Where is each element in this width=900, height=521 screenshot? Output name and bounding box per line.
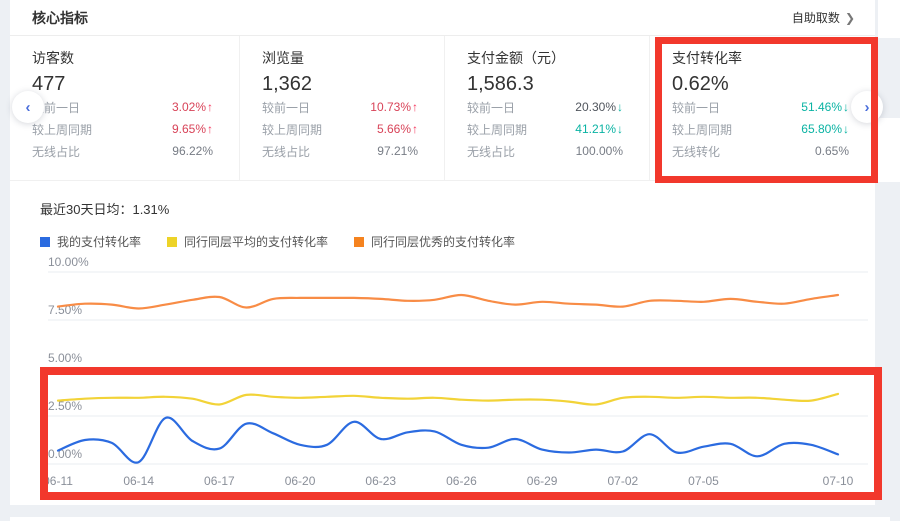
metric-title: 支付转化率: [672, 48, 849, 68]
metric-row-label: 较前一日: [467, 99, 515, 116]
metric-title: 浏览量: [262, 48, 418, 68]
svg-text:06-20: 06-20: [285, 474, 316, 488]
metric-row-value: 100.00%: [576, 144, 623, 158]
svg-text:07-02: 07-02: [607, 474, 638, 488]
metric-card-payment-amount[interactable]: 支付金额（元） 1,586.3 较前一日 20.30%↓ 较上周同期 41.21…: [445, 36, 650, 180]
metric-row: 较上周同期 41.21%↓: [467, 118, 623, 140]
trend-down-icon: ↓: [843, 122, 849, 136]
metric-row-value: 5.66%: [377, 122, 411, 136]
svg-text:07-05: 07-05: [688, 474, 719, 488]
carousel-prev-button[interactable]: ‹: [12, 91, 44, 123]
metric-row: 较前一日 3.02%↑: [32, 96, 213, 118]
metric-row: 无线转化 0.65%: [672, 140, 849, 162]
metric-row-value: 97.21%: [377, 144, 418, 158]
legend-item-peer-average[interactable]: 同行同层平均的支付转化率: [167, 233, 328, 250]
metric-row-value: 10.73%: [370, 100, 411, 114]
svg-text:06-11: 06-11: [43, 474, 73, 488]
legend-swatch-yellow-icon: [167, 237, 177, 247]
metric-row-label: 较上周同期: [32, 121, 92, 138]
trend-down-icon: ↓: [843, 100, 849, 114]
metric-row: 较前一日 20.30%↓: [467, 96, 623, 118]
core-metrics-panel: 核心指标 自助取数 ❯ 访客数 477 较前一日 3.02%↑ 较上周同期 9.…: [10, 0, 875, 505]
metric-row-label: 无线占比: [262, 143, 310, 160]
metric-row-label: 较上周同期: [262, 121, 322, 138]
svg-text:5.00%: 5.00%: [48, 351, 82, 365]
metric-row: 较上周同期 5.66%↑: [262, 118, 418, 140]
metric-card-pageviews[interactable]: 浏览量 1,362 较前一日 10.73%↑ 较上周同期 5.66%↑ 无线占比…: [240, 36, 445, 180]
chart-average-title: 最近30天日均：1.31%: [40, 199, 875, 218]
metric-row: 较上周同期 9.65%↑: [32, 118, 213, 140]
next-panel-top-edge: [10, 517, 890, 521]
panel-header: 核心指标 自助取数 ❯: [10, 0, 875, 36]
adjacent-panel-fragment: [878, 0, 900, 38]
metric-card-conversion-rate[interactable]: 支付转化率 0.62% 较前一日 51.46%↓ 较上周同期 65.80%↓ 无…: [650, 36, 875, 180]
metric-row-value: 51.46%: [801, 100, 842, 114]
metric-row-value: 65.80%: [801, 122, 842, 136]
legend-swatch-orange-icon: [354, 237, 364, 247]
trend-down-icon: ↓: [617, 100, 623, 114]
svg-text:06-29: 06-29: [527, 474, 558, 488]
metric-row: 无线占比 97.21%: [262, 140, 418, 162]
trend-up-icon: ↑: [412, 122, 418, 136]
chart-legend: 我的支付转化率 同行同层平均的支付转化率 同行同层优秀的支付转化率: [40, 233, 875, 250]
legend-label: 我的支付转化率: [57, 233, 141, 250]
svg-text:06-26: 06-26: [446, 474, 477, 488]
svg-text:0.00%: 0.00%: [48, 447, 82, 461]
adjacent-panel-fragment: [878, 118, 900, 182]
chevron-right-icon: ❯: [845, 11, 855, 25]
page-title: 核心指标: [32, 8, 88, 28]
metric-title: 支付金额（元）: [467, 48, 623, 68]
legend-label: 同行同层优秀的支付转化率: [371, 233, 515, 250]
metric-row-label: 较上周同期: [467, 121, 527, 138]
metric-row-label: 无线占比: [467, 143, 515, 160]
metric-title: 访客数: [32, 48, 213, 68]
metric-value: 0.62%: [672, 73, 849, 96]
metric-row-value: 3.02%: [172, 100, 206, 114]
trend-down-icon: ↓: [617, 122, 623, 136]
metric-row: 较前一日 51.46%↓: [672, 96, 849, 118]
self-service-data-label: 自助取数: [792, 9, 840, 26]
metric-row: 无线占比 100.00%: [467, 140, 623, 162]
metric-row-label: 较前一日: [672, 99, 720, 116]
svg-text:06-14: 06-14: [123, 474, 154, 488]
legend-item-mine[interactable]: 我的支付转化率: [40, 233, 141, 250]
self-service-data-link[interactable]: 自助取数 ❯: [792, 9, 855, 26]
metric-value: 1,362: [262, 73, 418, 96]
metric-row-label: 较前一日: [262, 99, 310, 116]
metric-value: 477: [32, 73, 213, 96]
legend-label: 同行同层平均的支付转化率: [184, 233, 328, 250]
metric-row: 较前一日 10.73%↑: [262, 96, 418, 118]
conversion-trend-section: 最近30天日均：1.31% 我的支付转化率 同行同层平均的支付转化率 同行同层优…: [10, 181, 875, 499]
metric-row-value: 20.30%: [575, 100, 616, 114]
svg-text:07-10: 07-10: [823, 474, 854, 488]
metric-cards: 访客数 477 较前一日 3.02%↑ 较上周同期 9.65%↑ 无线占比 96…: [10, 36, 875, 181]
metric-row-value: 9.65%: [172, 122, 206, 136]
metric-row-label: 较上周同期: [672, 121, 732, 138]
svg-text:06-17: 06-17: [204, 474, 235, 488]
metric-value: 1,586.3: [467, 73, 623, 96]
legend-item-peer-excellent[interactable]: 同行同层优秀的支付转化率: [354, 233, 515, 250]
metric-card-visitors[interactable]: 访客数 477 较前一日 3.02%↑ 较上周同期 9.65%↑ 无线占比 96…: [10, 36, 240, 180]
trend-up-icon: ↑: [412, 100, 418, 114]
carousel-next-button[interactable]: ›: [851, 91, 883, 123]
chevron-left-icon: ‹: [26, 99, 31, 116]
chevron-right-icon: ›: [865, 99, 870, 116]
metric-row-value: 96.22%: [172, 144, 213, 158]
trend-up-icon: ↑: [207, 122, 213, 136]
metric-row-label: 无线占比: [32, 143, 80, 160]
metric-row-label: 无线转化: [672, 143, 720, 160]
metric-row-value: 0.65%: [815, 144, 849, 158]
svg-text:10.00%: 10.00%: [48, 255, 89, 269]
svg-text:06-23: 06-23: [365, 474, 396, 488]
legend-swatch-blue-icon: [40, 237, 50, 247]
metric-row: 无线占比 96.22%: [32, 140, 213, 162]
metric-row-value: 41.21%: [575, 122, 616, 136]
metric-row: 较上周同期 65.80%↓: [672, 118, 849, 140]
trend-up-icon: ↑: [207, 100, 213, 114]
conversion-line-chart[interactable]: 0.00%2.50%5.00%7.50%10.00%06-1106-1406-1…: [10, 254, 875, 499]
